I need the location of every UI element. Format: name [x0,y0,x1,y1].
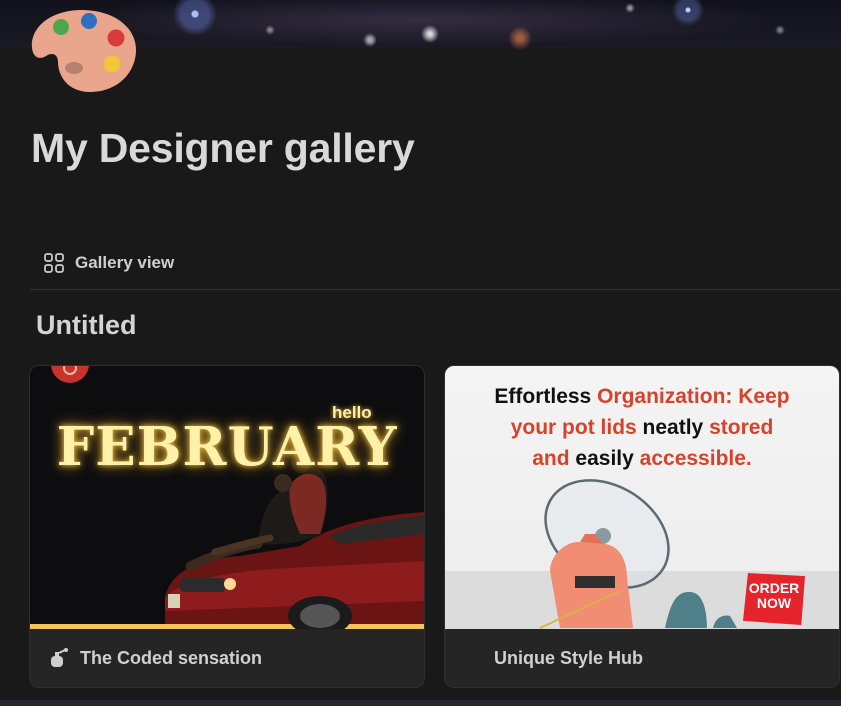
gallery-grid-icon [44,253,64,273]
view-divider [30,289,841,290]
card-footer: Unique Style Hub [445,629,839,687]
tab-gallery-view-label: Gallery view [75,253,175,272]
artist-palette-icon[interactable] [30,6,138,94]
card-title: Unique Style Hub [494,647,644,668]
card-footer: The Coded sensation [30,629,424,687]
perfume-bottle-icon [51,648,68,667]
card-cover-image: Effortless Organization: Keep your pot l… [445,366,839,629]
cover-headline: FEBRUARY [56,416,398,478]
group-title[interactable]: Untitled [36,308,137,342]
gallery-card[interactable]: hello FEBRUARY The Coded sensation [30,366,424,687]
notion-page: My Designer gallery Gallery view Untitle… [0,0,841,706]
page-title[interactable]: My Designer gallery [31,124,415,172]
gallery-card[interactable]: Effortless Organization: Keep your pot l… [445,366,839,687]
card-cover-image: hello FEBRUARY [30,366,424,629]
window-bottom-edge [0,700,841,706]
order-now-badge: ORDER NOW [743,573,805,625]
tab-gallery-view[interactable]: Gallery view [42,250,174,276]
card-title: The Coded sensation [80,647,263,668]
